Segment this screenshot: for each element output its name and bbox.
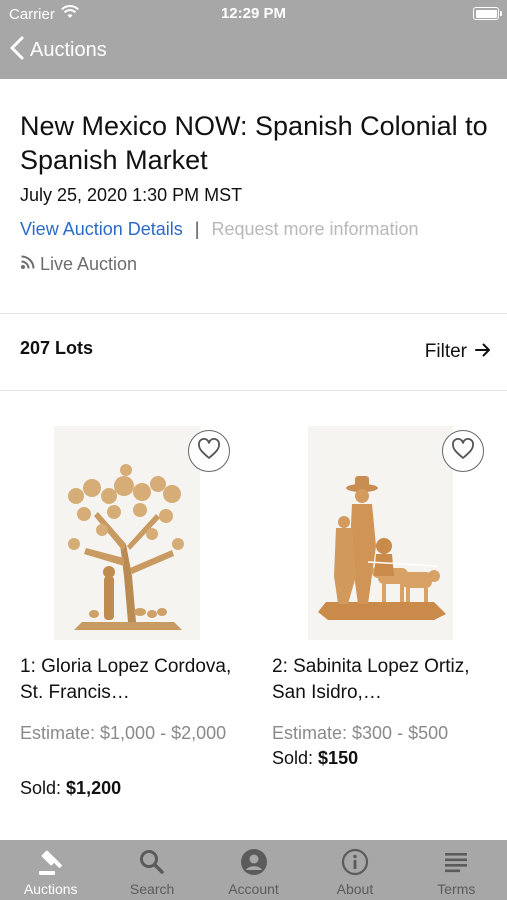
- lot-title[interactable]: 2: Sabinita Lopez Ortiz, San Isidro,…: [272, 654, 502, 706]
- back-button-label: Auctions: [30, 39, 107, 61]
- view-auction-details-link[interactable]: View Auction Details: [20, 219, 183, 240]
- request-info-link[interactable]: Request more information: [211, 219, 418, 240]
- tab-search[interactable]: Search: [101, 840, 202, 900]
- gavel-icon: [36, 840, 66, 881]
- rss-icon: [20, 254, 36, 275]
- filter-label: Filter: [424, 341, 467, 362]
- auction-title: New Mexico NOW: Spanish Colonial to Span…: [20, 111, 488, 175]
- heart-icon: [197, 437, 221, 465]
- screen: Carrier 12:29 PM Auctions New Mexico NOW…: [0, 0, 507, 900]
- auction-date: July 25, 2020 1:30 PM MST: [20, 185, 243, 205]
- link-separator: |: [194, 219, 200, 239]
- tab-account[interactable]: Account: [203, 840, 304, 900]
- info-icon: [341, 840, 369, 881]
- divider: [0, 390, 507, 391]
- tab-about[interactable]: About: [304, 840, 405, 900]
- favorite-button[interactable]: [188, 430, 230, 472]
- tab-label: About: [336, 881, 374, 897]
- heart-icon: [451, 437, 475, 465]
- tab-bar: Auctions Search Account About Terms: [0, 840, 507, 900]
- sold-value: $150: [318, 748, 359, 768]
- auction-type: Live Auction: [20, 254, 137, 275]
- lots-count: 207 Lots: [20, 338, 94, 358]
- sold-label: Sold:: [20, 778, 62, 798]
- lot-estimate: Estimate: $1,000 - $2,000: [20, 723, 227, 743]
- tab-terms[interactable]: Terms: [406, 840, 507, 900]
- lots-toolbar: 207 Lots Filter: [0, 314, 507, 390]
- auction-header: New Mexico NOW: Spanish Colonial to Span…: [0, 79, 507, 313]
- favorite-button[interactable]: [442, 430, 484, 472]
- tab-label: Terms: [437, 881, 476, 897]
- back-button[interactable]: Auctions: [10, 36, 107, 65]
- terms-icon: [442, 840, 470, 881]
- tab-label: Account: [228, 881, 279, 897]
- sold-label: Sold:: [272, 748, 314, 768]
- tab-label: Auctions: [23, 881, 78, 897]
- account-icon: [240, 840, 268, 881]
- top-bar: Carrier 12:29 PM Auctions: [0, 0, 507, 79]
- filter-button[interactable]: Filter: [425, 341, 491, 363]
- arrow-right-icon: [475, 341, 491, 363]
- lot-image-figure-carving[interactable]: [308, 426, 453, 640]
- auction-links: View Auction Details | Request more info…: [20, 219, 419, 240]
- lot-sold: Sold: $150: [272, 748, 358, 769]
- auction-type-label: Live Auction: [40, 254, 138, 274]
- lot-estimate: Estimate: $300 - $500: [272, 723, 449, 743]
- status-time: 12:29 PM: [220, 5, 287, 22]
- lot-title[interactable]: 1: Gloria Lopez Cordova, St. Francis…: [20, 654, 250, 706]
- lot-sold: Sold: $1,200: [20, 778, 121, 799]
- search-icon: [138, 840, 166, 881]
- battery-icon: [473, 7, 502, 20]
- tab-label: Search: [129, 881, 175, 897]
- lot-image-tree-carving[interactable]: [54, 426, 200, 640]
- sold-value: $1,200: [66, 778, 122, 798]
- chevron-left-icon: [10, 36, 24, 65]
- status-bar: Carrier 12:29 PM: [0, 0, 507, 28]
- tab-auctions[interactable]: Auctions: [0, 840, 101, 900]
